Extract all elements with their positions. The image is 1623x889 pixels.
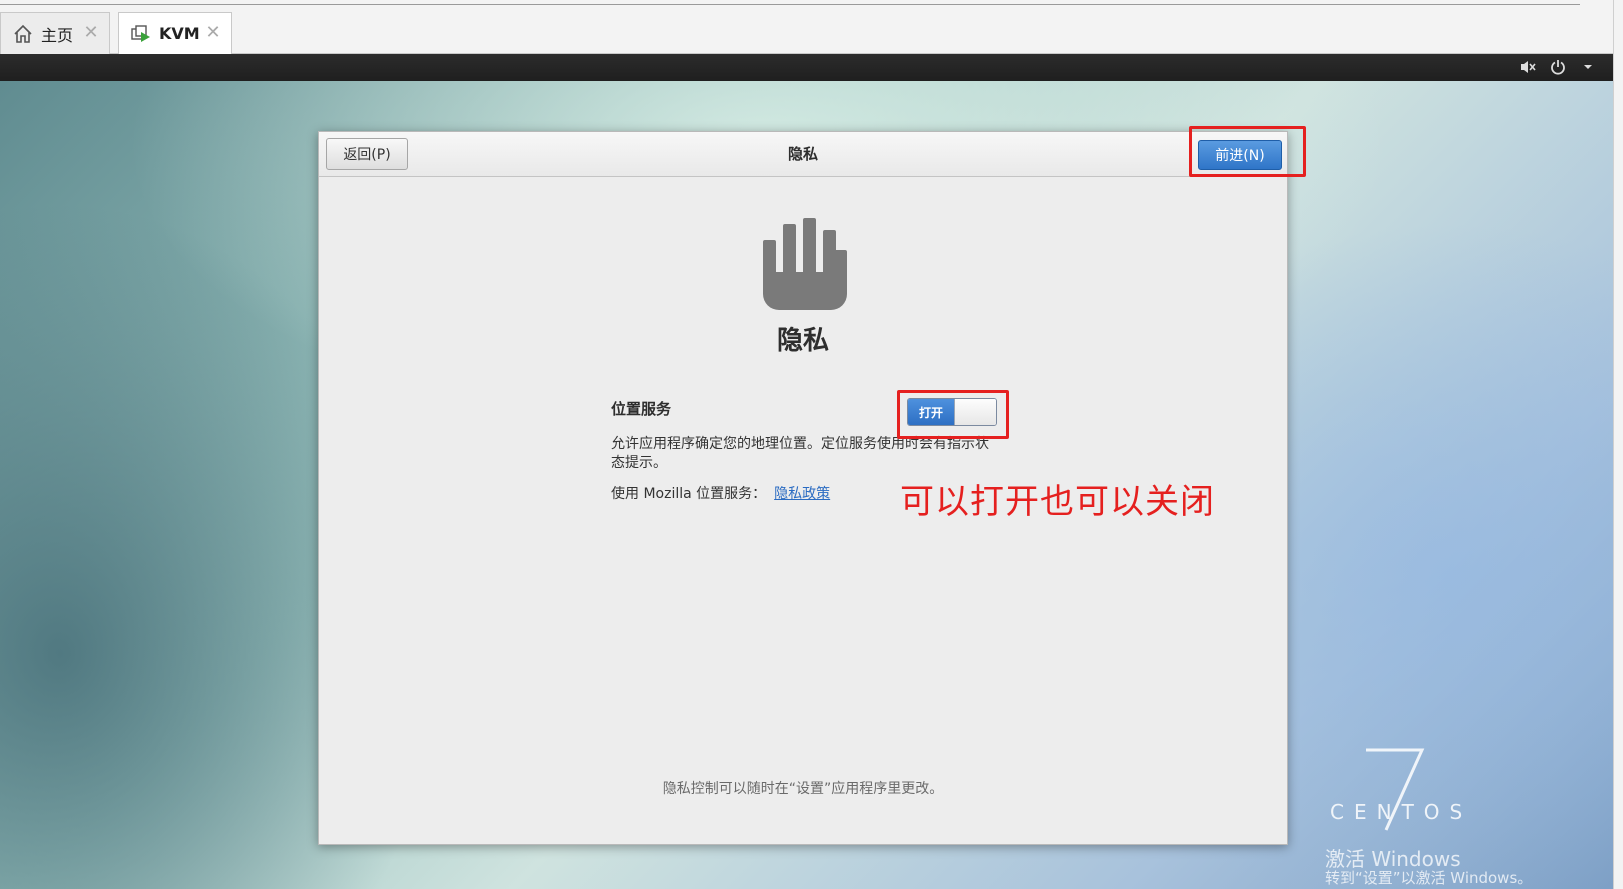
tab-strip: 主页 ✕ KVM ✕ — [0, 0, 1623, 54]
tab-home-label: 主页 — [41, 25, 74, 45]
privacy-footer-note: 隐私控制可以随时在“设置”应用程序里更改。 — [662, 781, 944, 797]
power-icon[interactable] — [1547, 57, 1569, 77]
tab-kvm[interactable]: KVM ✕ — [118, 12, 232, 54]
annotation-box-toggle — [897, 390, 1009, 439]
vm-icon — [129, 22, 153, 46]
close-icon[interactable]: ✕ — [81, 22, 101, 43]
annotation-text: 可以打开也可以关闭 — [900, 482, 1215, 522]
chevron-down-icon[interactable] — [1577, 57, 1599, 77]
mozilla-service-text: 使用 Mozilla 位置服务： — [611, 486, 767, 502]
home-icon — [11, 22, 35, 46]
gnome-top-bar — [0, 54, 1613, 81]
activation-watermark-hint: 转到“设置”以激活 Windows。 — [1325, 869, 1533, 887]
dialog-header: 隐私 返回(P) 前进(N) — [319, 132, 1287, 177]
tab-kvm-label: KVM — [159, 24, 200, 43]
annotation-box-next — [1189, 126, 1306, 177]
back-button[interactable]: 返回(P) — [326, 138, 408, 170]
window-top-border — [0, 4, 1580, 5]
close-icon[interactable]: ✕ — [203, 22, 223, 43]
system-tray[interactable] — [1517, 57, 1599, 77]
header-title: 隐私 — [787, 145, 818, 163]
location-service-description: 允许应用程序确定您的地理位置。定位服务使用时会有指示状态提示。 — [611, 436, 989, 471]
privacy-hand-icon — [763, 218, 847, 310]
volume-muted-icon[interactable] — [1517, 57, 1539, 77]
centos-wordmark: CENTOS — [1330, 800, 1473, 824]
privacy-policy-link[interactable]: 隐私政策 — [774, 483, 830, 503]
window-right-edge — [1613, 0, 1623, 889]
page-title: 隐私 — [776, 326, 829, 356]
tab-home[interactable]: 主页 ✕ — [0, 12, 110, 54]
mozilla-service-line: 使用 Mozilla 位置服务： 隐私政策 — [611, 483, 830, 503]
location-service-label: 位置服务 — [611, 400, 672, 418]
